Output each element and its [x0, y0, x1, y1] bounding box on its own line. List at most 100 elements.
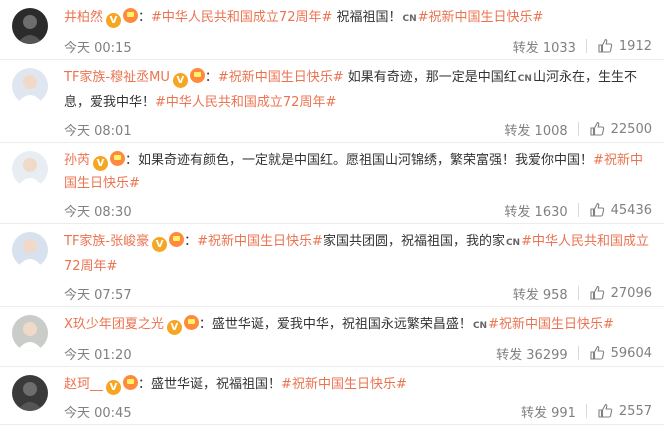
- post-timestamp[interactable]: 今天 07:57: [64, 284, 132, 303]
- repost-button[interactable]: 转发 1008: [504, 120, 567, 139]
- post-meta: 今天 00:45 转发 991 2557: [64, 398, 652, 424]
- post-actions: 转发 1008 22500: [504, 120, 652, 139]
- like-count: 2557: [618, 403, 652, 419]
- repost-button[interactable]: 转发 1630: [504, 201, 567, 220]
- like-button[interactable]: 27096: [589, 285, 652, 301]
- post-meta: 今天 08:30 转发 1630 45436: [64, 197, 652, 223]
- like-count: 1912: [618, 38, 652, 54]
- action-divider: [585, 39, 587, 53]
- thumbs-up-icon: [590, 121, 604, 136]
- author-name-link[interactable]: 井柏然: [64, 10, 103, 25]
- post-meta: 今天 08:01 转发 1008 22500: [64, 116, 652, 142]
- author-name-link[interactable]: 孙芮: [64, 153, 90, 168]
- post-text: 祝福祖国！: [332, 10, 402, 25]
- verified-v-icon: V: [166, 320, 182, 335]
- post-text: 家国共团圆，祝福祖国，我的家: [322, 234, 505, 249]
- hashtag-link[interactable]: #中华人民共和国成立72周年#: [155, 95, 336, 110]
- repost-button[interactable]: 转发 36299: [496, 344, 568, 363]
- action-divider: [577, 286, 579, 300]
- action-divider: [585, 404, 587, 418]
- author-colon: ：: [138, 377, 152, 392]
- like-count: 59604: [610, 345, 652, 361]
- post-content: 井柏然 V ：#中华人民共和国成立72周年# 祝福祖国！CN#祝新中国生日快乐#: [64, 6, 652, 31]
- like-count: 27096: [610, 285, 652, 301]
- vip-crown-icon: [123, 375, 139, 390]
- post-content: TF家族-穆祉丞MU V ：#祝新中国生日快乐# 如果有奇迹，那一定是中国红CN山河…: [64, 66, 652, 114]
- thumbs-up-icon: [598, 38, 613, 53]
- vip-crown-icon: [183, 315, 199, 330]
- avatar[interactable]: [12, 232, 48, 268]
- verified-v-icon: V: [93, 156, 109, 171]
- post-timestamp[interactable]: 今天 00:45: [64, 402, 132, 421]
- hashtag-link[interactable]: #祝新中国生日快乐#: [197, 234, 323, 249]
- weibo-post-feed: 井柏然 V ：#中华人民共和国成立72周年# 祝福祖国！CN#祝新中国生日快乐# 今…: [0, 0, 664, 425]
- action-divider: [577, 346, 579, 360]
- like-count: 45436: [610, 202, 652, 218]
- thumbs-up-icon: [590, 285, 604, 300]
- post-actions: 转发 1630 45436: [504, 201, 652, 220]
- author-colon: ：: [204, 70, 218, 85]
- thumbs-up-icon: [590, 202, 604, 217]
- post-item: TF家族-穆祉丞MU V ：#祝新中国生日快乐# 如果有奇迹，那一定是中国红CN山河…: [0, 60, 664, 143]
- vip-crown-icon: [189, 68, 205, 83]
- post-timestamp[interactable]: 今天 01:20: [64, 344, 132, 363]
- repost-button[interactable]: 转发 958: [513, 284, 568, 303]
- hashtag-link[interactable]: #中华人民共和国成立72周年#: [151, 10, 332, 25]
- author-name-link[interactable]: X玖少年团夏之光: [64, 317, 164, 332]
- post-timestamp[interactable]: 今天 00:15: [64, 37, 132, 56]
- avatar[interactable]: [12, 68, 48, 104]
- like-button[interactable]: 45436: [589, 202, 652, 218]
- avatar[interactable]: [12, 315, 48, 351]
- author-colon: ：: [198, 317, 212, 332]
- avatar[interactable]: [12, 375, 48, 411]
- cn-flag-icon: CN: [472, 321, 488, 331]
- thumbs-up-icon: [590, 345, 604, 360]
- post-meta: 今天 01:20 转发 36299 59604: [64, 340, 652, 366]
- verified-v-icon: V: [152, 237, 168, 252]
- cn-flag-icon: CN: [505, 238, 521, 248]
- post-item: X玖少年团夏之光 V ：盛世华诞，爱我中华，祝祖国永远繁荣昌盛！CN#祝新中国生日快…: [0, 307, 664, 367]
- action-divider: [577, 203, 579, 217]
- cn-flag-icon: CN: [402, 14, 417, 24]
- author-name-link[interactable]: TF家族-张峻豪: [64, 234, 149, 249]
- vip-crown-icon: [169, 232, 185, 247]
- avatar[interactable]: [12, 151, 48, 187]
- verified-v-icon: V: [106, 13, 122, 28]
- vip-crown-icon: [123, 8, 139, 23]
- author-name-link[interactable]: TF家族-穆祉丞MU: [64, 70, 170, 85]
- post-item: 井柏然 V ：#中华人民共和国成立72周年# 祝福祖国！CN#祝新中国生日快乐# 今…: [0, 0, 664, 60]
- post-content: TF家族-张峻豪 V ：#祝新中国生日快乐#家国共团圆，祝福祖国，我的家CN#中华人…: [64, 230, 652, 278]
- post-item: 赵珂__ V ：盛世华诞，祝福祖国！#祝新中国生日快乐# 今天 00:45 转发 9…: [0, 367, 664, 425]
- author-colon: ：: [184, 234, 198, 249]
- post-actions: 转发 36299 59604: [496, 344, 652, 363]
- like-count: 22500: [610, 121, 652, 137]
- like-button[interactable]: 1912: [597, 38, 652, 54]
- vip-crown-icon: [110, 151, 126, 166]
- author-name-link[interactable]: 赵珂__: [64, 377, 103, 392]
- post-timestamp[interactable]: 今天 08:01: [64, 120, 132, 139]
- hashtag-link[interactable]: #祝新中国生日快乐#: [281, 377, 407, 392]
- post-timestamp[interactable]: 今天 08:30: [64, 201, 132, 220]
- like-button[interactable]: 2557: [597, 403, 652, 419]
- repost-button[interactable]: 转发 1033: [513, 37, 576, 56]
- hashtag-link[interactable]: #祝新中国生日快乐#: [418, 10, 544, 25]
- post-actions: 转发 1033 1912: [513, 37, 652, 56]
- post-text: 盛世华诞，爱我中华，祝祖国永远繁荣昌盛！: [211, 317, 472, 332]
- post-meta: 今天 00:15 转发 1033 1912: [64, 33, 652, 59]
- avatar[interactable]: [12, 8, 48, 44]
- repost-button[interactable]: 转发 991: [521, 402, 576, 421]
- post-text: 如果奇迹有颜色，一定就是中国红。愿祖国山河锦绣，繁荣富强！我爱你中国！: [138, 153, 594, 168]
- cn-flag-icon: CN: [517, 74, 532, 84]
- verified-v-icon: V: [106, 380, 122, 395]
- post-content: 孙芮 V ：如果奇迹有颜色，一定就是中国红。愿祖国山河锦绣，繁荣富强！我爱你中国！#…: [64, 149, 652, 195]
- hashtag-link[interactable]: #祝新中国生日快乐#: [488, 317, 614, 332]
- hashtag-link[interactable]: #祝新中国生日快乐#: [218, 70, 344, 85]
- post-item: 孙芮 V ：如果奇迹有颜色，一定就是中国红。愿祖国山河锦绣，繁荣富强！我爱你中国！#…: [0, 143, 664, 224]
- verified-v-icon: V: [172, 73, 188, 88]
- post-actions: 转发 991 2557: [521, 402, 652, 421]
- like-button[interactable]: 59604: [589, 345, 652, 361]
- action-divider: [577, 122, 579, 136]
- author-colon: ：: [125, 153, 139, 168]
- post-actions: 转发 958 27096: [513, 284, 652, 303]
- like-button[interactable]: 22500: [589, 121, 652, 137]
